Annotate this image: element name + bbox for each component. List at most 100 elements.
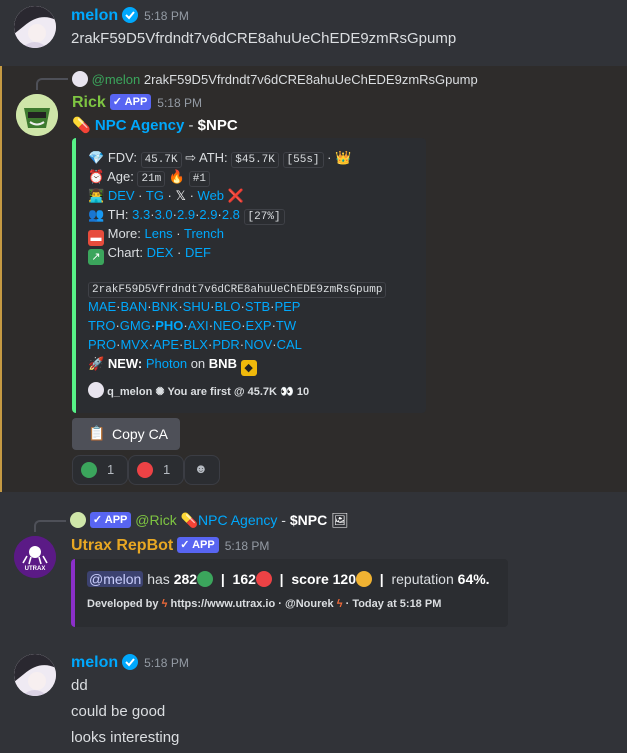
no-web-icon: ❌ bbox=[227, 188, 244, 203]
platform-link[interactable]: NEO bbox=[213, 318, 241, 333]
trench-link[interactable]: Trench bbox=[184, 226, 224, 241]
footer-avatar bbox=[88, 382, 104, 398]
copy-ca-label: Copy CA bbox=[112, 426, 169, 442]
bolt-icon: ϟ bbox=[161, 598, 168, 610]
username[interactable]: melon bbox=[71, 654, 118, 671]
footer-dot: · bbox=[278, 598, 282, 610]
th-value[interactable]: 2.9 bbox=[199, 207, 217, 222]
platform-link[interactable]: GMG bbox=[120, 318, 151, 333]
platform-link[interactable]: AXI bbox=[188, 318, 209, 333]
footer-text: You are first @ 45.7K bbox=[167, 386, 277, 398]
pill-icon: 💊 bbox=[180, 512, 199, 528]
message-text: could be good bbox=[71, 703, 166, 720]
rank: #1 bbox=[188, 171, 210, 187]
platform-link[interactable]: BAN bbox=[121, 299, 148, 314]
photon-link[interactable]: Photon bbox=[146, 356, 187, 371]
th-value[interactable]: 2.9 bbox=[177, 207, 195, 222]
dex-link[interactable]: DEX bbox=[147, 245, 174, 260]
platform-link[interactable]: TRO bbox=[88, 318, 115, 333]
verified-icon bbox=[122, 7, 139, 23]
th-value[interactable]: 3.3 bbox=[132, 207, 150, 222]
platform-link[interactable]: CAL bbox=[277, 337, 302, 352]
sparkle-icon: ✺ bbox=[155, 386, 165, 398]
platform-link[interactable]: PDR bbox=[212, 337, 239, 352]
th-percent: [27%] bbox=[243, 209, 285, 225]
score-label: score bbox=[291, 571, 329, 587]
platform-link[interactable]: SHU bbox=[183, 299, 210, 314]
reputation-embed: @melon has 282 | 162 | score 120 | reput… bbox=[71, 559, 508, 627]
bot-avatar[interactable] bbox=[16, 94, 58, 136]
pill-icon: 💊 bbox=[72, 117, 91, 134]
reputation-value: 64%. bbox=[457, 571, 490, 587]
platform-link[interactable]: NOV bbox=[244, 337, 272, 352]
th-value[interactable]: 2.8 bbox=[222, 207, 240, 222]
contract-address[interactable]: 2rakF59D5Vfrdndt7v6dCRE8ahuUeChEDE9zmRsG… bbox=[88, 282, 387, 298]
image-icon: 🖼 bbox=[331, 512, 349, 528]
reaction-green[interactable]: 1 bbox=[72, 455, 128, 485]
dev-link[interactable]: DEV bbox=[108, 188, 135, 203]
app-tag: ✓ APP bbox=[89, 512, 132, 528]
message-text: 2rakF59D5Vfrdndt7v6dCRE8ahuUeChEDE9zmRsG… bbox=[71, 30, 457, 47]
platform-link[interactable]: PHO bbox=[155, 318, 183, 333]
platform-row-3: PRO·MVX·APE·BLX·PDR·NOV·CAL bbox=[88, 337, 302, 352]
smiley-icon: ☻ bbox=[194, 461, 208, 476]
username[interactable]: Utrax RepBot bbox=[71, 537, 173, 554]
reputation-row: @melon has 282 | 162 | score 120 | reput… bbox=[87, 571, 490, 587]
footer-user: q_melon bbox=[107, 386, 153, 398]
avatar[interactable] bbox=[14, 654, 56, 696]
tg-link[interactable]: TG bbox=[146, 188, 164, 203]
platform-link[interactable]: PEP bbox=[274, 299, 300, 314]
reply-user: @Rick bbox=[135, 512, 177, 528]
has-text: has bbox=[147, 571, 170, 587]
clock-icon: ⏰ bbox=[88, 169, 105, 184]
avatar[interactable] bbox=[14, 6, 56, 48]
reply-dash: - bbox=[277, 512, 290, 528]
add-reaction-button[interactable]: ☻ bbox=[184, 455, 220, 485]
reaction-red[interactable]: 1 bbox=[128, 455, 184, 485]
platform-link[interactable]: BLO bbox=[214, 299, 240, 314]
reply-preview[interactable]: ✓ APP @Rick 💊NPC Agency - $NPC 🖼 bbox=[70, 512, 349, 529]
platform-row-1: MAE·BAN·BNK·SHU·BLO·STB·PEP bbox=[88, 299, 301, 314]
username[interactable]: melon bbox=[71, 7, 118, 24]
platform-link[interactable]: MVX bbox=[121, 337, 149, 352]
platform-link[interactable]: EXP bbox=[246, 318, 272, 333]
platform-link[interactable]: BNK bbox=[152, 299, 179, 314]
copy-ca-button[interactable]: 📋 Copy CA bbox=[72, 418, 180, 450]
timestamp: 5:18 PM bbox=[144, 656, 189, 670]
bot-avatar[interactable]: UTRAX bbox=[14, 536, 56, 578]
platform-link[interactable]: BLX bbox=[183, 337, 208, 352]
x-link[interactable]: 𝕏 bbox=[176, 188, 186, 203]
footer-author: @Nourek bbox=[285, 598, 334, 610]
clipboard-icon: 📋 bbox=[88, 425, 106, 441]
ca-row: 2rakF59D5Vfrdndt7v6dCRE8ahuUeChEDE9zmRsG… bbox=[88, 280, 387, 298]
token-link[interactable]: NPC Agency bbox=[95, 117, 184, 134]
avatar-label: UTRAX bbox=[24, 566, 46, 572]
platform-link[interactable]: PRO bbox=[88, 337, 116, 352]
diamond-icon: 💎 bbox=[88, 150, 105, 165]
th-value[interactable]: 3.0 bbox=[155, 207, 173, 222]
platform-link[interactable]: STB bbox=[245, 299, 270, 314]
reply-preview[interactable]: @melon 2rakF59D5Vfrdndt7v6dCRE8ahuUeChED… bbox=[72, 71, 478, 87]
footer-count: 10 bbox=[296, 386, 310, 398]
timestamp: 5:18 PM bbox=[157, 96, 202, 110]
th-label: TH: bbox=[107, 207, 129, 222]
platform-link[interactable]: APE bbox=[153, 337, 179, 352]
username[interactable]: Rick bbox=[72, 94, 106, 111]
lens-link[interactable]: Lens bbox=[144, 226, 172, 241]
red-circle-icon bbox=[255, 571, 272, 587]
developed-by: Developed by bbox=[87, 598, 159, 610]
ath-label: ⇨ ATH: bbox=[185, 150, 228, 165]
footer-dot: · bbox=[345, 598, 350, 610]
def-link[interactable]: DEF bbox=[185, 245, 211, 260]
platform-link[interactable]: TW bbox=[276, 318, 296, 333]
message-rick: @melon 2rakF59D5Vfrdndt7v6dCRE8ahuUeChED… bbox=[0, 66, 627, 492]
chart-up-icon: ↗ bbox=[88, 249, 104, 265]
user-mention[interactable]: @melon bbox=[87, 571, 144, 587]
platform-link[interactable]: MAE bbox=[88, 299, 116, 314]
platform-row-2: TRO·GMG·PHO·AXI·NEO·EXP·TW bbox=[88, 318, 297, 333]
age-value: 21m bbox=[137, 171, 166, 187]
th-row: 👥 TH: 3.3·3.0·2.9·2.9·2.8 [27%] bbox=[88, 207, 285, 225]
web-link[interactable]: Web bbox=[198, 188, 225, 203]
chart-row: ↗ Chart: DEX · DEF bbox=[88, 245, 211, 265]
rocket-icon: 🚀 bbox=[88, 356, 105, 371]
